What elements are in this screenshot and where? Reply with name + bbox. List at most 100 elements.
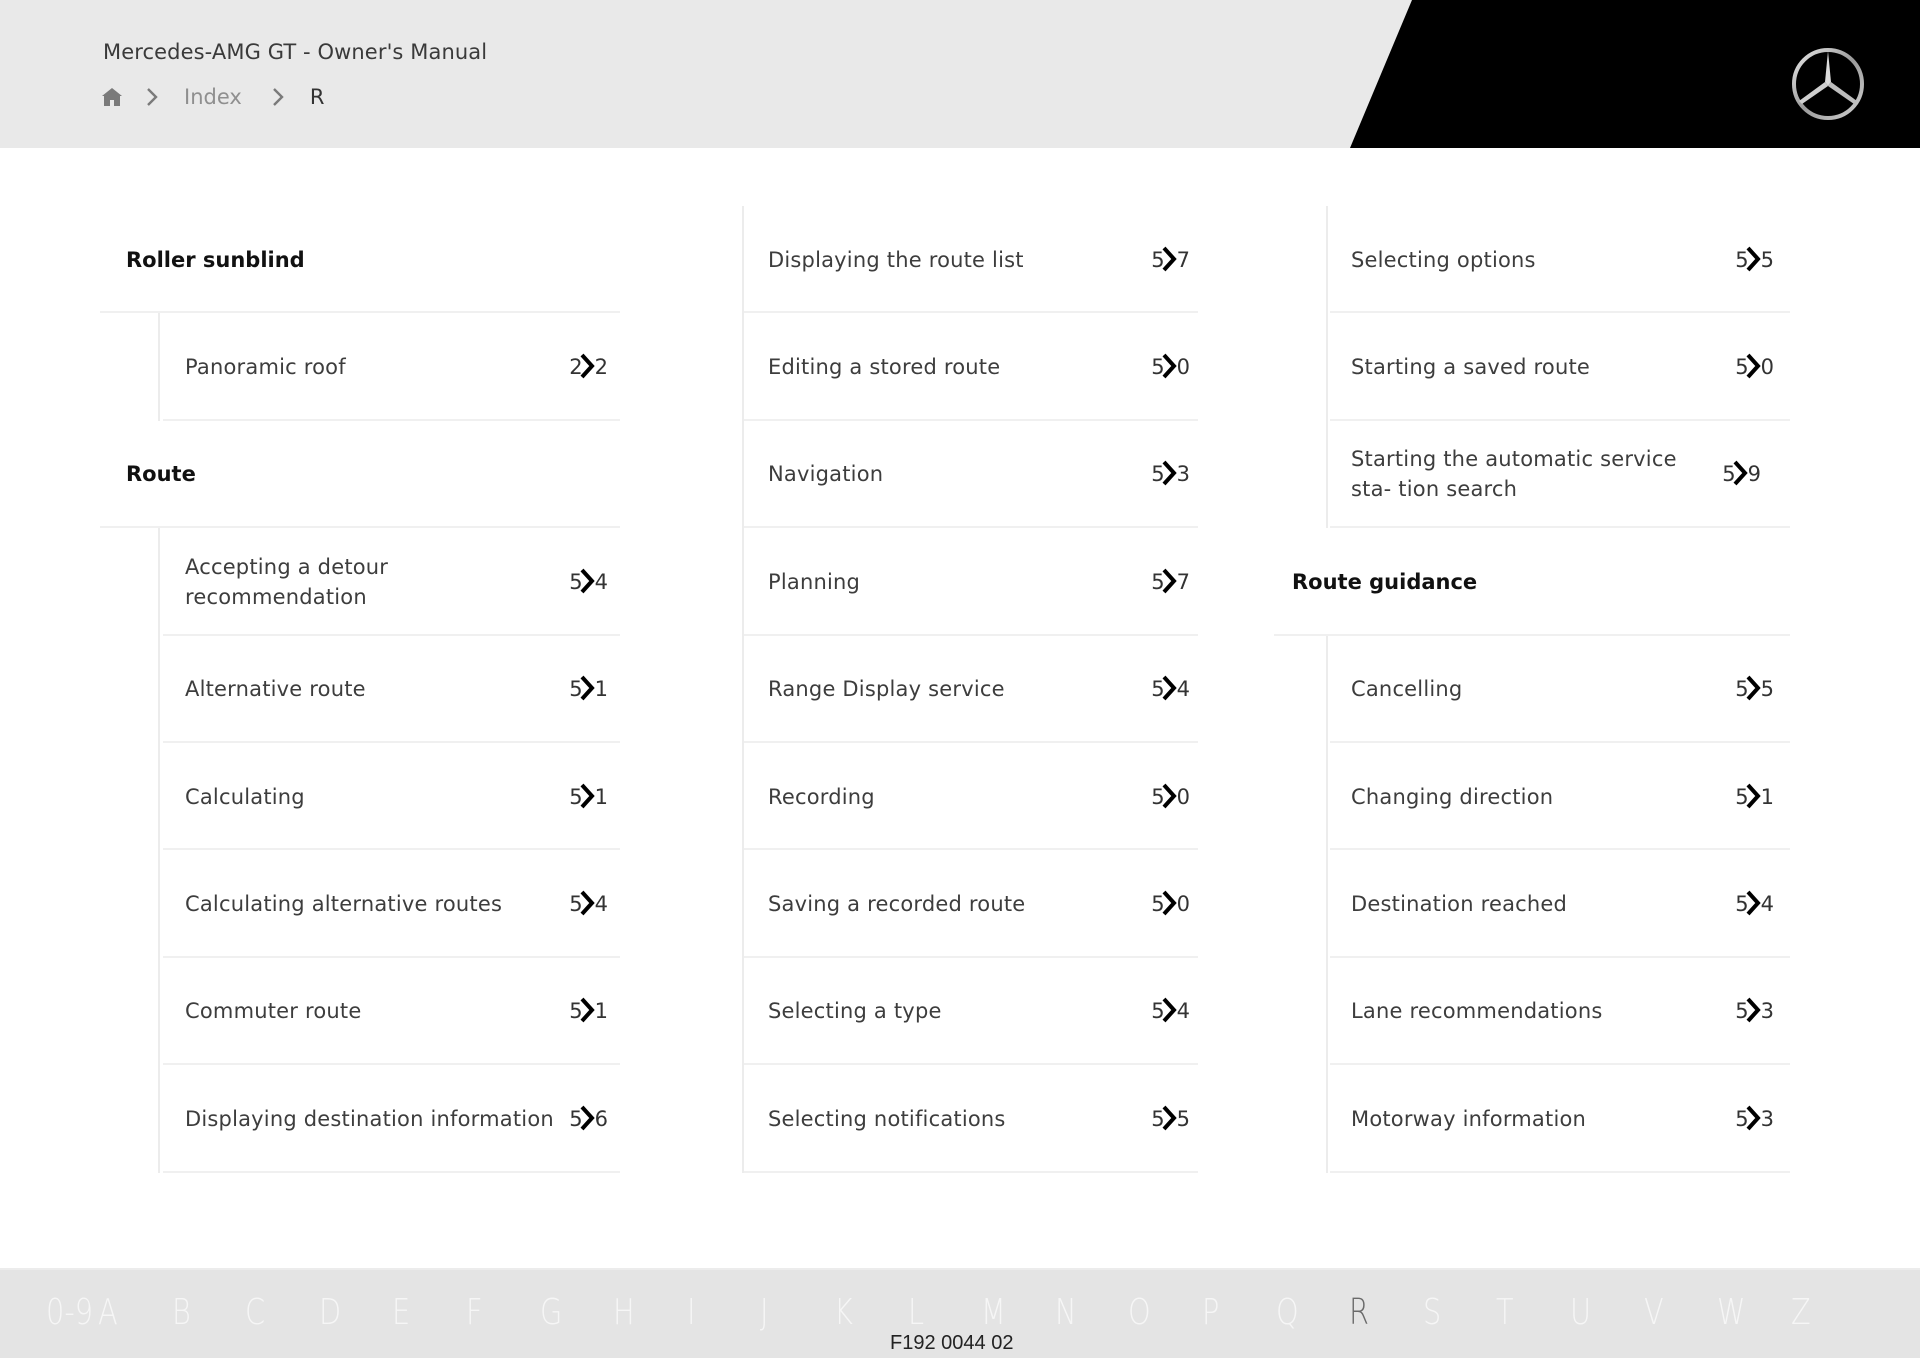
- alphabet-letter-z[interactable]: Z: [1791, 1292, 1811, 1333]
- index-entry[interactable]: Accepting a detour recommendation 5 4: [100, 528, 620, 636]
- index-entry[interactable]: Recording 5 0: [742, 743, 1198, 851]
- index-entry[interactable]: Calculating alternative routes 5 4: [100, 850, 620, 959]
- alphabet-letter-u[interactable]: U: [1570, 1292, 1591, 1333]
- alphabet-letter-0-9[interactable]: 0-9: [46, 1292, 93, 1333]
- alphabet-letter-f[interactable]: F: [466, 1292, 483, 1333]
- document-title: Mercedes-AMG GT - Owner's Manual: [103, 40, 488, 64]
- page-last-digit: 0: [1760, 355, 1774, 380]
- index-entry[interactable]: Motorway information 5 3: [1270, 1065, 1790, 1173]
- alphabet-letter-k[interactable]: K: [834, 1292, 853, 1333]
- alphabet-letter-p[interactable]: P: [1202, 1292, 1219, 1333]
- page-reference[interactable]: 51: [1734, 783, 1774, 809]
- page-reference[interactable]: 56: [568, 1105, 608, 1131]
- alphabet-letter-n[interactable]: N: [1055, 1292, 1077, 1333]
- entry-label: Cancelling: [1351, 677, 1463, 702]
- page-reference[interactable]: 50: [1734, 353, 1774, 380]
- breadcrumb-index-link[interactable]: Index: [184, 85, 242, 109]
- alphabet-letter-a[interactable]: A: [98, 1292, 118, 1333]
- index-entry[interactable]: Editing a stored route 5 0: [742, 313, 1198, 422]
- page-reference[interactable]: 54: [1150, 675, 1190, 701]
- go-to-page-arrow-icon: [1746, 783, 1761, 808]
- page-reference[interactable]: 53: [1150, 461, 1190, 486]
- go-to-page-arrow-icon: [1746, 353, 1761, 379]
- alphabet-letter-g[interactable]: G: [540, 1292, 562, 1333]
- page-reference[interactable]: 51: [568, 675, 608, 702]
- page-last-digit: 9: [1747, 462, 1761, 487]
- alphabet-letter-o[interactable]: O: [1128, 1292, 1151, 1333]
- page-reference[interactable]: 51: [568, 783, 608, 809]
- alphabet-letter-m[interactable]: M: [981, 1292, 1006, 1333]
- page-reference[interactable]: 22: [568, 353, 608, 379]
- alphabet-letter-h[interactable]: H: [613, 1292, 635, 1333]
- go-to-page-arrow-icon: [1162, 461, 1177, 486]
- page-reference[interactable]: 53: [1734, 1105, 1774, 1131]
- alphabet-letter-q[interactable]: Q: [1276, 1292, 1299, 1333]
- page-reference[interactable]: 54: [1150, 998, 1190, 1023]
- entry-label: Starting a saved route: [1351, 355, 1591, 380]
- page-reference[interactable]: 50: [1150, 353, 1190, 379]
- header: Mercedes-AMG GT - Owner's Manual Index R: [0, 0, 1920, 148]
- alphabet-letter-w[interactable]: W: [1717, 1292, 1745, 1333]
- alphabet-letter-l[interactable]: L: [908, 1292, 924, 1333]
- index-entry[interactable]: Selecting a type 5 4: [742, 958, 1198, 1066]
- index-entry[interactable]: Starting a saved route 5 0: [1270, 313, 1790, 422]
- index-entry[interactable]: Planning 5 7: [742, 528, 1198, 636]
- go-to-page-arrow-icon: [1746, 675, 1761, 701]
- page-reference[interactable]: 59: [1721, 461, 1761, 487]
- index-entry[interactable]: Destination reached 5 4: [1270, 850, 1790, 959]
- page-last-digit: 1: [594, 999, 608, 1024]
- index-entry[interactable]: Starting the automatic service sta- tion…: [1270, 421, 1790, 529]
- page-reference[interactable]: 54: [1734, 890, 1774, 917]
- entry-label: Saving a recorded route: [768, 892, 1026, 917]
- index-entry[interactable]: Selecting options 5 5: [1270, 206, 1790, 314]
- index-entry[interactable]: Calculating 5 1: [100, 743, 620, 851]
- entry-label: Commuter route: [185, 999, 362, 1024]
- alphabet-letter-r[interactable]: R: [1349, 1292, 1369, 1333]
- go-to-page-arrow-icon: [580, 568, 595, 594]
- entry-label: Starting the automatic service sta- tion…: [1351, 447, 1677, 502]
- page-reference[interactable]: 51: [568, 998, 608, 1024]
- page-last-digit: 1: [594, 677, 608, 702]
- page-reference[interactable]: 50: [1150, 783, 1190, 809]
- index-entry[interactable]: Selecting notifications 5 5: [742, 1065, 1198, 1173]
- alphabet-letter-b[interactable]: B: [172, 1292, 191, 1333]
- go-to-page-arrow-icon: [580, 1105, 595, 1131]
- alphabet-letter-c[interactable]: C: [245, 1292, 265, 1333]
- page-reference[interactable]: 57: [1150, 568, 1190, 594]
- breadcrumb-current: R: [309, 85, 325, 109]
- alphabet-letter-d[interactable]: D: [319, 1292, 341, 1333]
- index-entry[interactable]: Saving a recorded route 5 0: [742, 850, 1198, 959]
- page-reference[interactable]: 54: [568, 890, 608, 916]
- entry-label: Accepting a detour recommendation: [185, 554, 389, 609]
- index-entry[interactable]: Changing direction 5 1: [1270, 743, 1790, 851]
- index-entry[interactable]: Range Display service 5 4: [742, 636, 1198, 744]
- index-entry[interactable]: Panoramic roof 22: [100, 313, 620, 422]
- header-brand-panel: [1350, 0, 1920, 148]
- mercedes-star-logo[interactable]: [1788, 44, 1868, 124]
- index-entry[interactable]: Alternative route 5 1: [100, 636, 620, 744]
- index-entry[interactable]: Navigation 5 3: [742, 421, 1198, 529]
- alphabet-letter-t[interactable]: T: [1496, 1292, 1514, 1333]
- page-reference[interactable]: 55: [1734, 675, 1774, 701]
- page-reference[interactable]: 50: [1150, 890, 1190, 916]
- index-entry[interactable]: Commuter route 5 1: [100, 958, 620, 1066]
- index-entry[interactable]: Lane recommendations 5 3: [1270, 958, 1790, 1066]
- page-reference[interactable]: 55: [1734, 246, 1774, 272]
- index-entry[interactable]: Displaying destination information 5 6: [100, 1065, 620, 1173]
- alphabet-letter-i[interactable]: I: [687, 1292, 696, 1333]
- entry-label: Alternative route: [185, 677, 366, 702]
- page-last-digit: 4: [1760, 892, 1774, 917]
- page-reference[interactable]: 53: [1734, 998, 1774, 1023]
- alphabet-letter-j[interactable]: J: [760, 1292, 769, 1333]
- page-reference[interactable]: 55: [1150, 1105, 1190, 1131]
- alphabet-letter-e[interactable]: E: [392, 1292, 410, 1333]
- page-reference[interactable]: 54: [568, 568, 608, 594]
- alphabet-letter-s[interactable]: S: [1423, 1292, 1441, 1333]
- index-entry[interactable]: Displaying the route list 5 7: [742, 206, 1198, 314]
- home-icon[interactable]: [100, 85, 124, 109]
- go-to-page-arrow-icon: [1162, 998, 1177, 1023]
- page-reference[interactable]: 57: [1150, 246, 1190, 272]
- alphabet-letter-v[interactable]: V: [1644, 1292, 1664, 1333]
- chevron-right-icon: [147, 88, 158, 106]
- index-entry[interactable]: Cancelling 5 5: [1270, 636, 1790, 744]
